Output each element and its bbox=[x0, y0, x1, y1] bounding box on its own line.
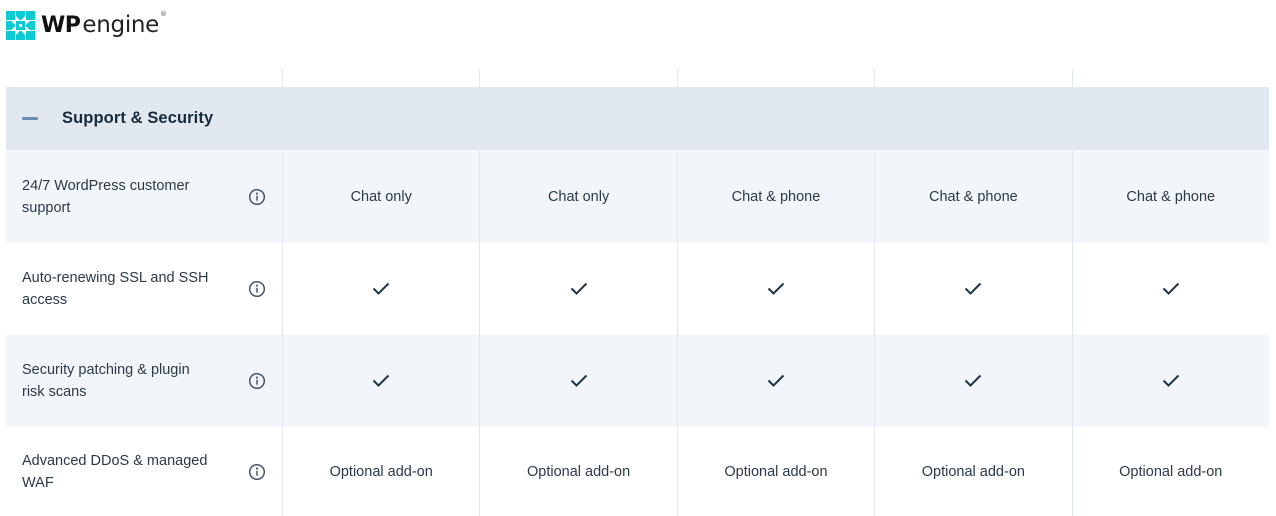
plan-cell: Optional add-on bbox=[676, 427, 874, 516]
plan-value: Optional add-on bbox=[526, 463, 631, 480]
spacer-cell bbox=[676, 69, 874, 87]
plan-cell bbox=[282, 335, 479, 427]
checkmark-icon bbox=[372, 282, 390, 295]
checkmark-icon bbox=[965, 374, 982, 387]
table-row: Auto-renewing SSL and SSH access bbox=[6, 243, 1269, 335]
info-icon[interactable] bbox=[248, 372, 266, 390]
logo-wp-text: WP bbox=[41, 12, 81, 38]
column-spacer-row bbox=[6, 69, 1269, 87]
spacer-cell bbox=[6, 69, 282, 87]
feature-label: 24/7 WordPress customer support bbox=[22, 178, 190, 216]
spacer-cell bbox=[874, 69, 1071, 87]
logo-engine-text: engine® bbox=[82, 10, 167, 38]
plan-cell: Chat only bbox=[479, 151, 676, 243]
plan-cell bbox=[874, 243, 1071, 335]
plan-cell bbox=[479, 335, 676, 427]
plan-cell bbox=[874, 335, 1071, 427]
checkmark-icon bbox=[767, 282, 785, 295]
plan-value: Optional add-on bbox=[921, 463, 1025, 480]
logo-engine-word: engine bbox=[82, 12, 160, 38]
plan-comparison-table: Support & Security 24/7 WordPress custom… bbox=[6, 69, 1269, 516]
feature-label: Advanced DDoS & managed WAF bbox=[22, 452, 208, 491]
spacer-cell bbox=[1071, 69, 1269, 87]
feature-label-cell: Auto-renewing SSL and SSH access bbox=[6, 243, 282, 335]
plan-cell: Chat & phone bbox=[874, 151, 1071, 243]
plan-value: Optional add-on bbox=[724, 463, 828, 480]
plan-value: Chat & phone bbox=[1126, 189, 1216, 205]
plan-cell bbox=[676, 243, 874, 335]
plan-value: Chat only bbox=[547, 189, 610, 205]
checkmark-icon bbox=[570, 282, 587, 295]
plan-cell: Chat & phone bbox=[1071, 151, 1269, 243]
plan-cell bbox=[479, 243, 676, 335]
plan-cell: Optional add-on bbox=[479, 427, 676, 516]
section-title: Support & Security bbox=[62, 109, 214, 127]
spacer-cell bbox=[282, 69, 479, 87]
plan-cell: Optional add-on bbox=[282, 427, 479, 516]
table-row: 24/7 WordPress customer support Chat onl… bbox=[6, 151, 1269, 243]
checkmark-icon bbox=[1162, 374, 1179, 387]
plan-cell: Chat only bbox=[282, 151, 479, 243]
wp-engine-logo[interactable]: WP engine® bbox=[6, 10, 167, 40]
info-icon[interactable] bbox=[248, 463, 266, 481]
minus-icon[interactable] bbox=[22, 117, 38, 120]
plan-cell: Optional add-on bbox=[874, 427, 1071, 516]
section-header-support-security[interactable]: Support & Security bbox=[6, 87, 1269, 151]
plan-cell bbox=[282, 243, 479, 335]
plan-value: Optional add-on bbox=[329, 463, 433, 480]
info-icon[interactable] bbox=[248, 188, 266, 206]
plan-cell: Chat & phone bbox=[676, 151, 874, 243]
spacer-cell bbox=[479, 69, 676, 87]
plan-cell bbox=[676, 335, 874, 427]
plan-value: Chat only bbox=[350, 189, 412, 205]
plan-cell bbox=[1071, 243, 1269, 335]
plan-value: Optional add-on bbox=[1119, 463, 1223, 480]
checkmark-icon bbox=[570, 374, 587, 387]
table-row: Security patching & plugin risk scans bbox=[6, 335, 1269, 427]
checkmark-icon bbox=[965, 282, 982, 295]
feature-label-cell: 24/7 WordPress customer support bbox=[6, 151, 282, 243]
feature-rows: 24/7 WordPress customer support Chat onl… bbox=[6, 151, 1269, 516]
plan-cell: Optional add-on bbox=[1071, 427, 1269, 516]
plan-value: Chat & phone bbox=[731, 189, 821, 205]
info-icon[interactable] bbox=[248, 280, 266, 298]
wp-engine-logo-icon bbox=[6, 10, 35, 40]
plan-cell bbox=[1071, 335, 1269, 427]
feature-label: Auto-renewing SSL and SSH access bbox=[22, 270, 209, 308]
checkmark-icon bbox=[767, 374, 785, 387]
plan-value: Chat & phone bbox=[929, 189, 1018, 205]
registered-mark: ® bbox=[160, 10, 167, 18]
checkmark-icon bbox=[372, 374, 390, 387]
table-row: Advanced DDoS & managed WAF Optional add… bbox=[6, 427, 1269, 516]
checkmark-icon bbox=[1162, 282, 1179, 295]
feature-label-cell: Security patching & plugin risk scans bbox=[6, 335, 282, 427]
feature-label: Security patching & plugin risk scans bbox=[22, 362, 190, 400]
feature-label-cell: Advanced DDoS & managed WAF bbox=[6, 427, 282, 516]
